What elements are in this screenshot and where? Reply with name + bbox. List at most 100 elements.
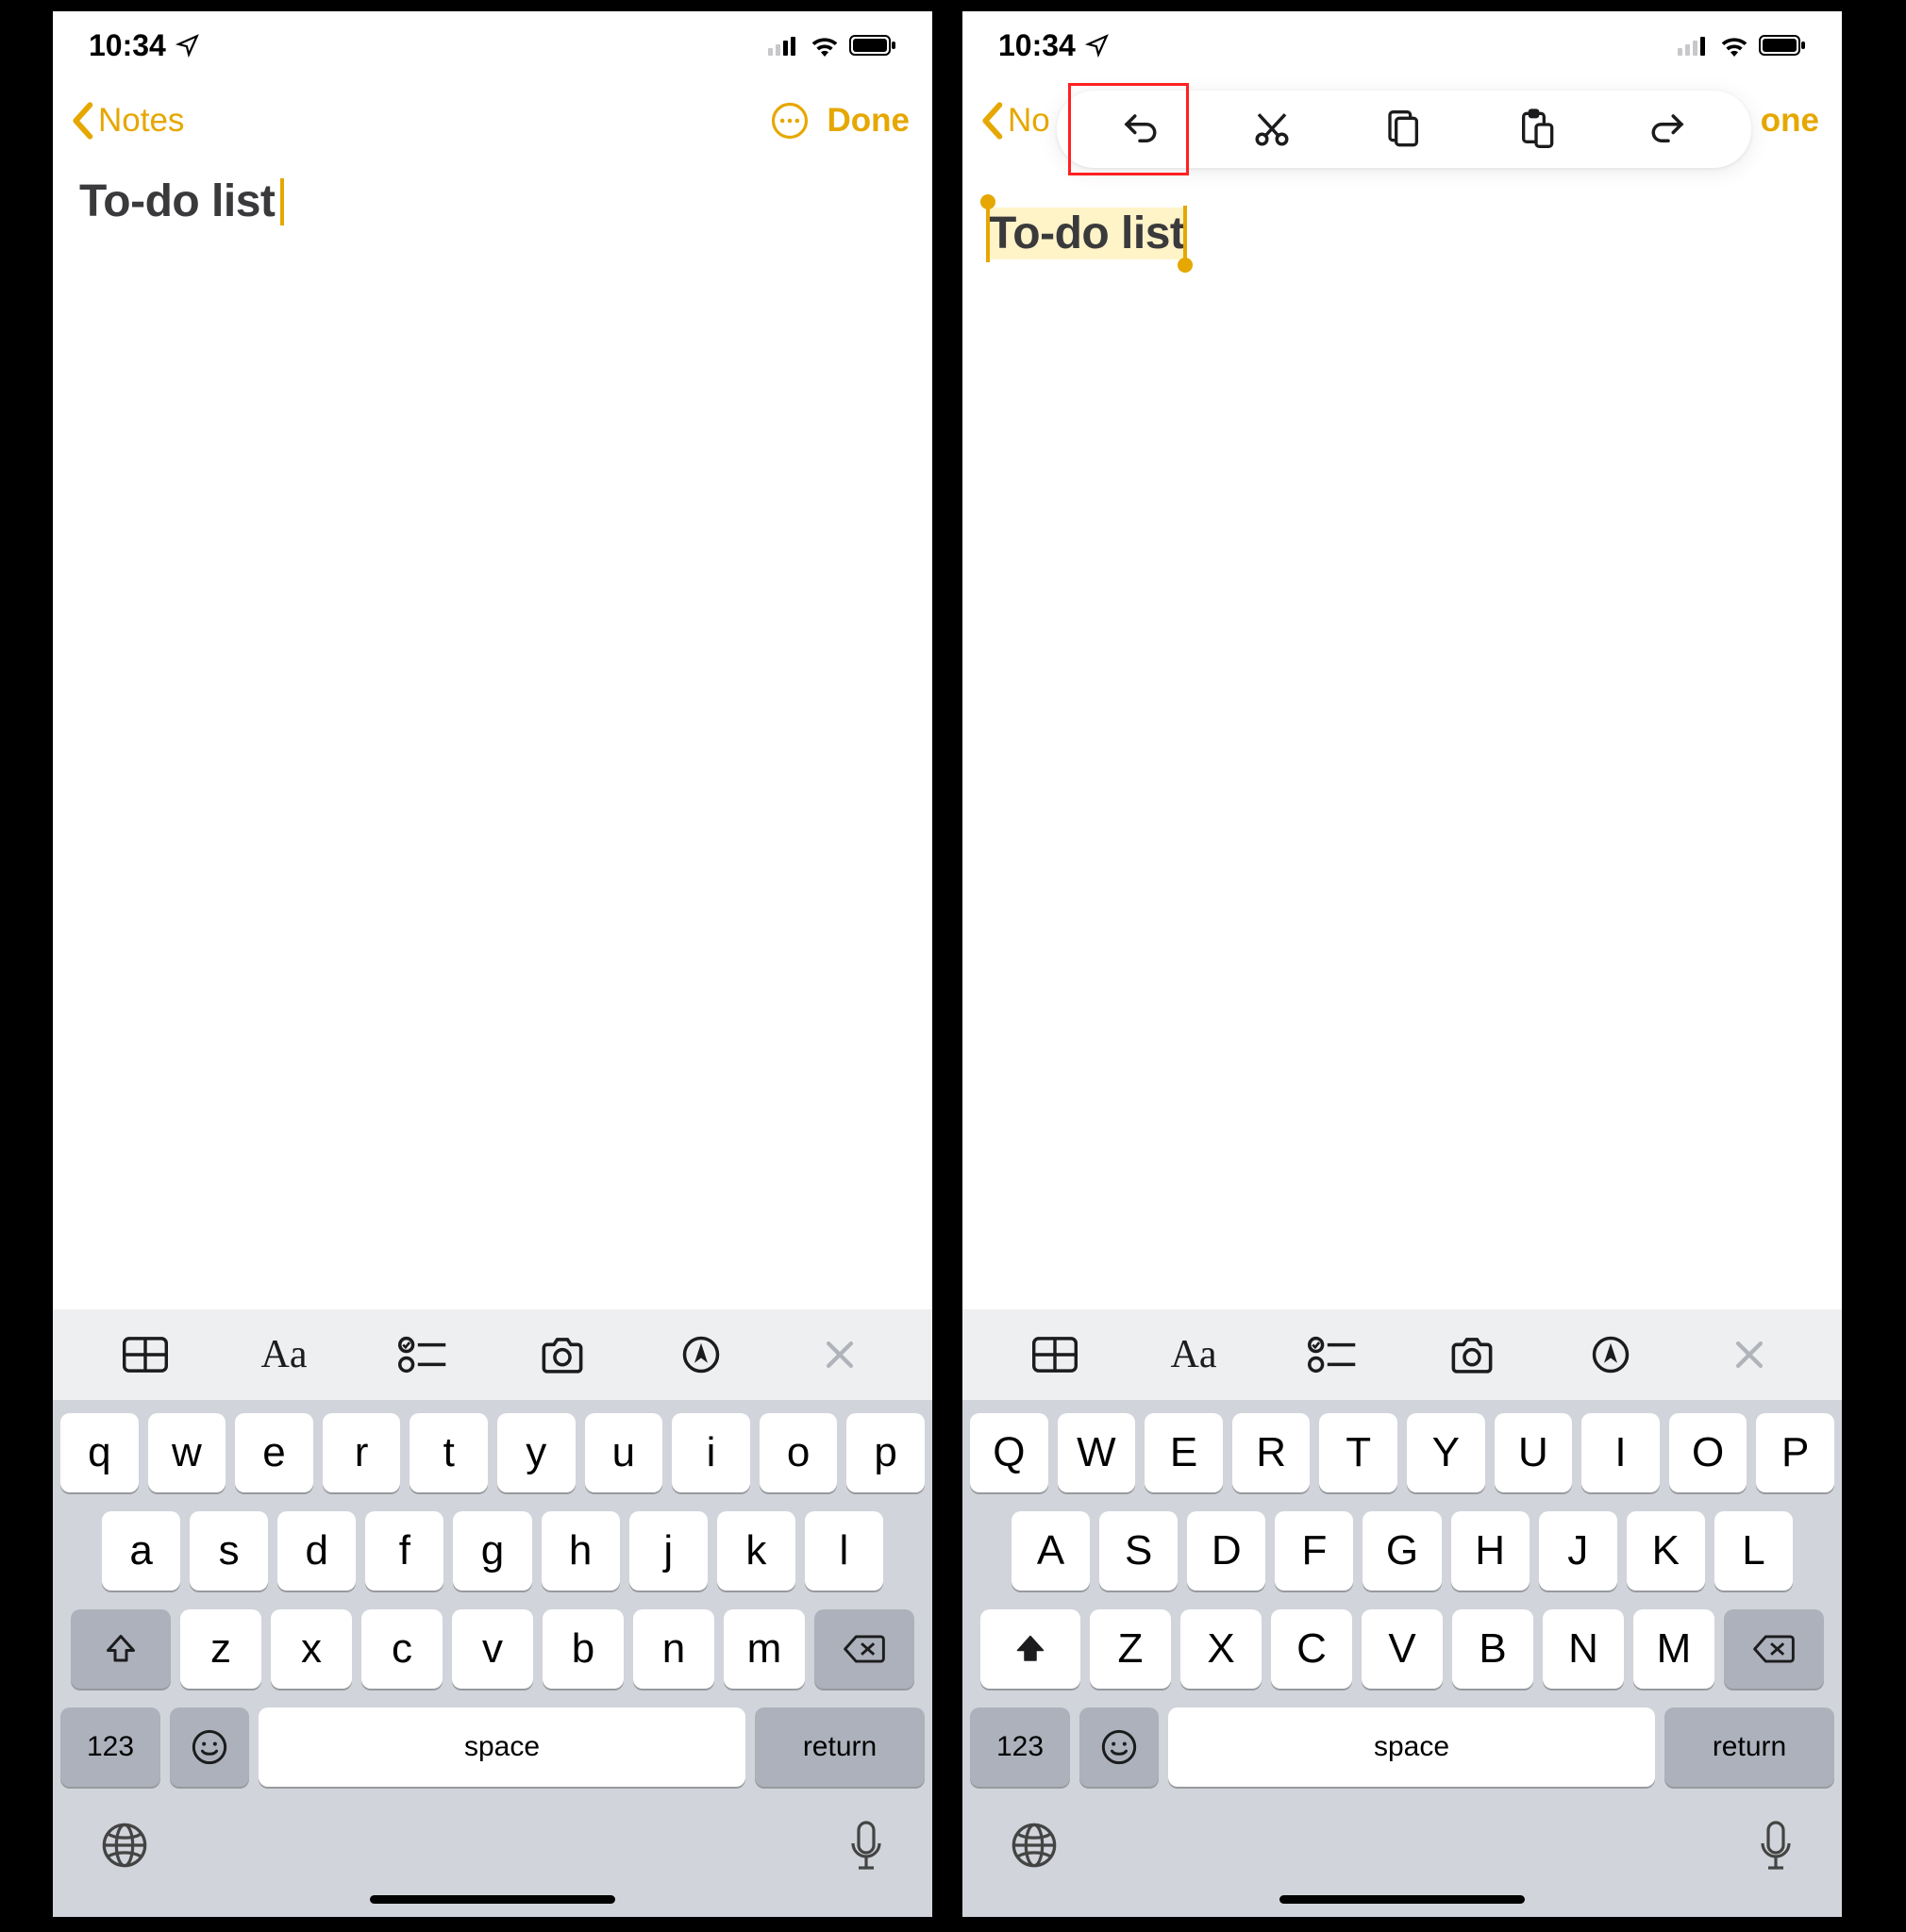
key-n[interactable]: N xyxy=(1543,1609,1624,1689)
key-g[interactable]: g xyxy=(453,1511,531,1591)
key-i[interactable]: I xyxy=(1581,1413,1660,1492)
key-q[interactable]: q xyxy=(60,1413,139,1492)
key-k[interactable]: K xyxy=(1627,1511,1705,1591)
note-content[interactable]: To-do list xyxy=(962,162,1842,273)
more-button[interactable] xyxy=(769,100,811,142)
key-o[interactable]: o xyxy=(760,1413,838,1492)
key-m[interactable]: m xyxy=(724,1609,805,1689)
key-n[interactable]: n xyxy=(633,1609,714,1689)
key-shift[interactable] xyxy=(71,1609,171,1689)
cut-button[interactable] xyxy=(1206,91,1338,168)
key-emoji[interactable] xyxy=(1079,1707,1159,1787)
key-u[interactable]: u xyxy=(585,1413,663,1492)
key-b[interactable]: b xyxy=(543,1609,624,1689)
camera-icon[interactable] xyxy=(525,1324,600,1385)
done-button[interactable]: Done xyxy=(828,102,916,140)
selection-start-handle[interactable] xyxy=(980,194,995,209)
key-emoji[interactable] xyxy=(170,1707,249,1787)
markup-icon[interactable] xyxy=(1573,1324,1648,1385)
key-y[interactable]: Y xyxy=(1407,1413,1485,1492)
key-return[interactable]: return xyxy=(1664,1707,1834,1787)
selection-end-handle[interactable] xyxy=(1178,258,1193,273)
key-e[interactable]: e xyxy=(235,1413,313,1492)
key-z[interactable]: z xyxy=(180,1609,261,1689)
copy-button[interactable] xyxy=(1338,91,1470,168)
key-j[interactable]: J xyxy=(1539,1511,1617,1591)
key-o[interactable]: O xyxy=(1669,1413,1747,1492)
key-t[interactable]: t xyxy=(410,1413,488,1492)
markup-icon[interactable] xyxy=(663,1324,739,1385)
dictation-icon[interactable] xyxy=(1757,1821,1795,1874)
note-title-line[interactable]: To-do list xyxy=(79,175,284,227)
close-icon[interactable] xyxy=(802,1324,878,1385)
key-e[interactable]: E xyxy=(1145,1413,1223,1492)
key-y[interactable]: y xyxy=(497,1413,576,1492)
key-g[interactable]: G xyxy=(1363,1511,1441,1591)
key-v[interactable]: V xyxy=(1362,1609,1443,1689)
globe-icon[interactable] xyxy=(100,1821,149,1870)
text-format-icon[interactable]: Aa xyxy=(246,1324,322,1385)
key-u[interactable]: U xyxy=(1495,1413,1573,1492)
key-space[interactable]: space xyxy=(1168,1707,1655,1787)
key-v[interactable]: v xyxy=(452,1609,533,1689)
key-i[interactable]: i xyxy=(672,1413,750,1492)
note-title-line[interactable]: To-do list xyxy=(989,208,1184,259)
key-w[interactable]: w xyxy=(148,1413,226,1492)
key-h[interactable]: h xyxy=(542,1511,620,1591)
checklist-icon[interactable] xyxy=(1295,1324,1370,1385)
key-f[interactable]: f xyxy=(365,1511,443,1591)
key-p[interactable]: P xyxy=(1756,1413,1834,1492)
key-l[interactable]: L xyxy=(1714,1511,1793,1591)
key-j[interactable]: j xyxy=(629,1511,708,1591)
key-shift[interactable] xyxy=(980,1609,1080,1689)
checklist-icon[interactable] xyxy=(385,1324,460,1385)
key-space[interactable]: space xyxy=(259,1707,745,1787)
key-s[interactable]: S xyxy=(1099,1511,1178,1591)
back-button[interactable]: No xyxy=(979,102,1050,140)
paste-button[interactable] xyxy=(1470,91,1602,168)
key-l[interactable]: l xyxy=(805,1511,883,1591)
home-indicator[interactable] xyxy=(1279,1895,1525,1904)
close-icon[interactable] xyxy=(1712,1324,1787,1385)
undo-button[interactable] xyxy=(1074,91,1206,168)
redo-button[interactable] xyxy=(1602,91,1734,168)
key-c[interactable]: c xyxy=(361,1609,443,1689)
text-format-icon[interactable]: Aa xyxy=(1156,1324,1231,1385)
table-icon[interactable] xyxy=(108,1324,183,1385)
key-numeric[interactable]: 123 xyxy=(60,1707,160,1787)
key-t[interactable]: T xyxy=(1319,1413,1397,1492)
home-indicator[interactable] xyxy=(370,1895,615,1904)
key-backspace[interactable] xyxy=(1724,1609,1824,1689)
key-r[interactable]: r xyxy=(323,1413,401,1492)
done-button[interactable]: one xyxy=(1761,102,1825,140)
selection-start-bar[interactable] xyxy=(986,206,990,262)
key-f[interactable]: F xyxy=(1275,1511,1353,1591)
globe-icon[interactable] xyxy=(1010,1821,1059,1870)
camera-icon[interactable] xyxy=(1434,1324,1510,1385)
key-w[interactable]: W xyxy=(1058,1413,1136,1492)
key-p[interactable]: p xyxy=(846,1413,925,1492)
back-button[interactable]: Notes xyxy=(70,102,184,140)
key-numeric[interactable]: 123 xyxy=(970,1707,1070,1787)
key-return[interactable]: return xyxy=(755,1707,925,1787)
key-z[interactable]: Z xyxy=(1090,1609,1171,1689)
dictation-icon[interactable] xyxy=(847,1821,885,1874)
key-c[interactable]: C xyxy=(1271,1609,1352,1689)
key-x[interactable]: X xyxy=(1180,1609,1262,1689)
key-d[interactable]: d xyxy=(277,1511,356,1591)
key-m[interactable]: M xyxy=(1633,1609,1714,1689)
key-r[interactable]: R xyxy=(1232,1413,1311,1492)
key-a[interactable]: a xyxy=(102,1511,180,1591)
key-a[interactable]: A xyxy=(1012,1511,1090,1591)
key-q[interactable]: Q xyxy=(970,1413,1048,1492)
key-k[interactable]: k xyxy=(717,1511,795,1591)
note-content[interactable]: To-do list xyxy=(53,162,932,241)
key-backspace[interactable] xyxy=(814,1609,914,1689)
table-icon[interactable] xyxy=(1017,1324,1093,1385)
key-s[interactable]: s xyxy=(190,1511,268,1591)
key-x[interactable]: x xyxy=(271,1609,352,1689)
key-d[interactable]: D xyxy=(1187,1511,1265,1591)
key-b[interactable]: B xyxy=(1452,1609,1533,1689)
selection-end-bar[interactable] xyxy=(1183,206,1187,262)
key-h[interactable]: H xyxy=(1451,1511,1530,1591)
